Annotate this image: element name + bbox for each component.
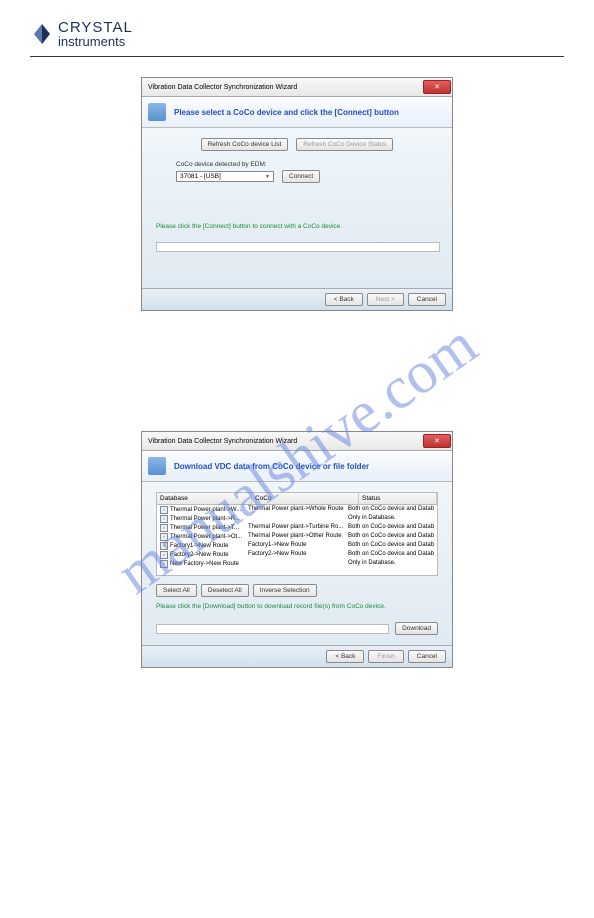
close-button[interactable]: ✕ bbox=[423, 434, 451, 448]
wizard-title: Download VDC data from CoCo device or fi… bbox=[174, 462, 369, 471]
back-button[interactable]: < Back bbox=[326, 650, 364, 663]
col-coco[interactable]: CoCo bbox=[252, 493, 359, 504]
row-checkbox[interactable]: ✓ bbox=[160, 551, 168, 559]
close-icon: ✕ bbox=[434, 83, 440, 91]
logo-diamond-icon bbox=[30, 22, 54, 46]
window-title: Vibration Data Collector Synchronization… bbox=[148, 84, 297, 91]
row-checkbox[interactable]: ✓ bbox=[160, 524, 168, 532]
cell-database: Thermal Power plant->R... bbox=[170, 516, 240, 522]
chevron-down-icon: ▼ bbox=[265, 174, 270, 180]
cell-status: Both on CoCo device and Database. bbox=[348, 550, 434, 559]
cell-coco: Thermal Power plant->Whole Route bbox=[248, 505, 348, 514]
sync-wizard-connect-dialog: Vibration Data Collector Synchronization… bbox=[141, 77, 453, 311]
cell-coco bbox=[248, 514, 348, 523]
select-all-button[interactable]: Select All bbox=[156, 584, 197, 597]
cancel-button[interactable]: Cancel bbox=[408, 293, 446, 306]
cell-database: Thermal Power plant->Ot... bbox=[170, 534, 242, 540]
deselect-all-button[interactable]: Deselect All bbox=[201, 584, 249, 597]
wizard-icon bbox=[148, 457, 166, 475]
table-row[interactable]: ✓Thermal Power plant->W... Thermal Power … bbox=[157, 505, 437, 514]
refresh-device-list-button[interactable]: Refresh CoCo device List bbox=[201, 138, 289, 151]
wizard-header: Download VDC data from CoCo device or fi… bbox=[142, 451, 452, 482]
cell-coco: Thermal Power plant->Other Route bbox=[248, 532, 348, 541]
next-button[interactable]: Next > bbox=[367, 293, 404, 306]
col-database[interactable]: Database bbox=[157, 493, 252, 504]
cell-database: Factory1->New Route bbox=[170, 543, 229, 549]
cell-status: Both on CoCo device and Database. bbox=[348, 541, 434, 550]
cell-database: Factory2->New Route bbox=[170, 552, 229, 558]
wizard-title: Please select a CoCo device and click th… bbox=[174, 108, 399, 117]
table-row[interactable]: ✓Factory1->New RouteFactory1->New RouteB… bbox=[157, 541, 437, 550]
col-status[interactable]: Status bbox=[359, 493, 437, 504]
row-checkbox[interactable]: ✓ bbox=[160, 533, 168, 541]
row-checkbox[interactable]: ✓ bbox=[160, 515, 168, 523]
download-hint: Please click the [Download] button to do… bbox=[156, 603, 438, 610]
cancel-button[interactable]: Cancel bbox=[408, 650, 446, 663]
window-title: Vibration Data Collector Synchronization… bbox=[148, 438, 297, 445]
row-checkbox[interactable]: ✓ bbox=[160, 506, 168, 514]
table-row[interactable]: ✓Thermal Power plant->T... Thermal Power … bbox=[157, 523, 437, 532]
back-button[interactable]: < Back bbox=[325, 293, 363, 306]
cell-coco bbox=[248, 559, 348, 568]
close-button[interactable]: ✕ bbox=[423, 80, 451, 94]
table-row[interactable]: ✓Thermal Power plant->R... Only in Databa… bbox=[157, 514, 437, 523]
cell-database: New Factory->New Route bbox=[170, 561, 239, 567]
table-row[interactable]: ✓Thermal Power plant->Ot... Thermal Power… bbox=[157, 532, 437, 541]
logo-top-text: CRYSTAL bbox=[58, 20, 133, 35]
sync-wizard-download-dialog: Vibration Data Collector Synchronization… bbox=[141, 431, 453, 668]
wizard-icon bbox=[148, 103, 166, 121]
table-row[interactable]: ✓New Factory->New Route Only in Database. bbox=[157, 559, 437, 568]
cell-database: Thermal Power plant->T... bbox=[170, 525, 239, 531]
progress-bar bbox=[156, 624, 389, 634]
download-button[interactable]: Download bbox=[395, 622, 438, 635]
cell-status: Both on CoCo device and Database. bbox=[348, 532, 434, 541]
logo: CRYSTAL instruments bbox=[30, 20, 564, 48]
table-row[interactable]: ✓Factory2->New RouteFactory2->New RouteB… bbox=[157, 550, 437, 559]
cell-database: Thermal Power plant->W... bbox=[170, 507, 241, 513]
cell-coco: Factory2->New Route bbox=[248, 550, 348, 559]
table-header: Database CoCo Status bbox=[156, 492, 438, 505]
device-value: 37081 - [USB] bbox=[180, 173, 221, 180]
refresh-device-status-button[interactable]: Refresh CoCo Device Status bbox=[296, 138, 393, 151]
detected-label: CoCo device detected by EDM: bbox=[176, 161, 438, 168]
connect-button[interactable]: Connect bbox=[282, 170, 320, 183]
connect-hint: Please click the [Connect] button to con… bbox=[156, 223, 438, 230]
inverse-selection-button[interactable]: Inverse Selection bbox=[253, 584, 317, 597]
close-icon: ✕ bbox=[434, 437, 440, 445]
row-checkbox[interactable]: ✓ bbox=[160, 560, 168, 568]
logo-bottom-text: instruments bbox=[58, 35, 133, 48]
cell-status: Both on CoCo device and Database. bbox=[348, 505, 434, 514]
cell-status: Only in Database. bbox=[348, 559, 434, 568]
titlebar[interactable]: Vibration Data Collector Synchronization… bbox=[142, 432, 452, 451]
cell-coco: Factory1->New Route bbox=[248, 541, 348, 550]
table-body: ✓Thermal Power plant->W...Thermal Power … bbox=[156, 505, 438, 576]
row-checkbox[interactable]: ✓ bbox=[160, 542, 168, 550]
cell-status: Only in Database. bbox=[348, 514, 434, 523]
progress-bar bbox=[156, 242, 440, 252]
cell-status: Both on CoCo device and Database. bbox=[348, 523, 434, 532]
titlebar[interactable]: Vibration Data Collector Synchronization… bbox=[142, 78, 452, 97]
cell-coco: Thermal Power plant->Turbine Ro... bbox=[248, 523, 348, 532]
device-dropdown[interactable]: 37081 - [USB] ▼ bbox=[176, 171, 274, 182]
finish-button[interactable]: Finish bbox=[368, 650, 403, 663]
header-divider bbox=[30, 56, 564, 57]
wizard-header: Please select a CoCo device and click th… bbox=[142, 97, 452, 128]
